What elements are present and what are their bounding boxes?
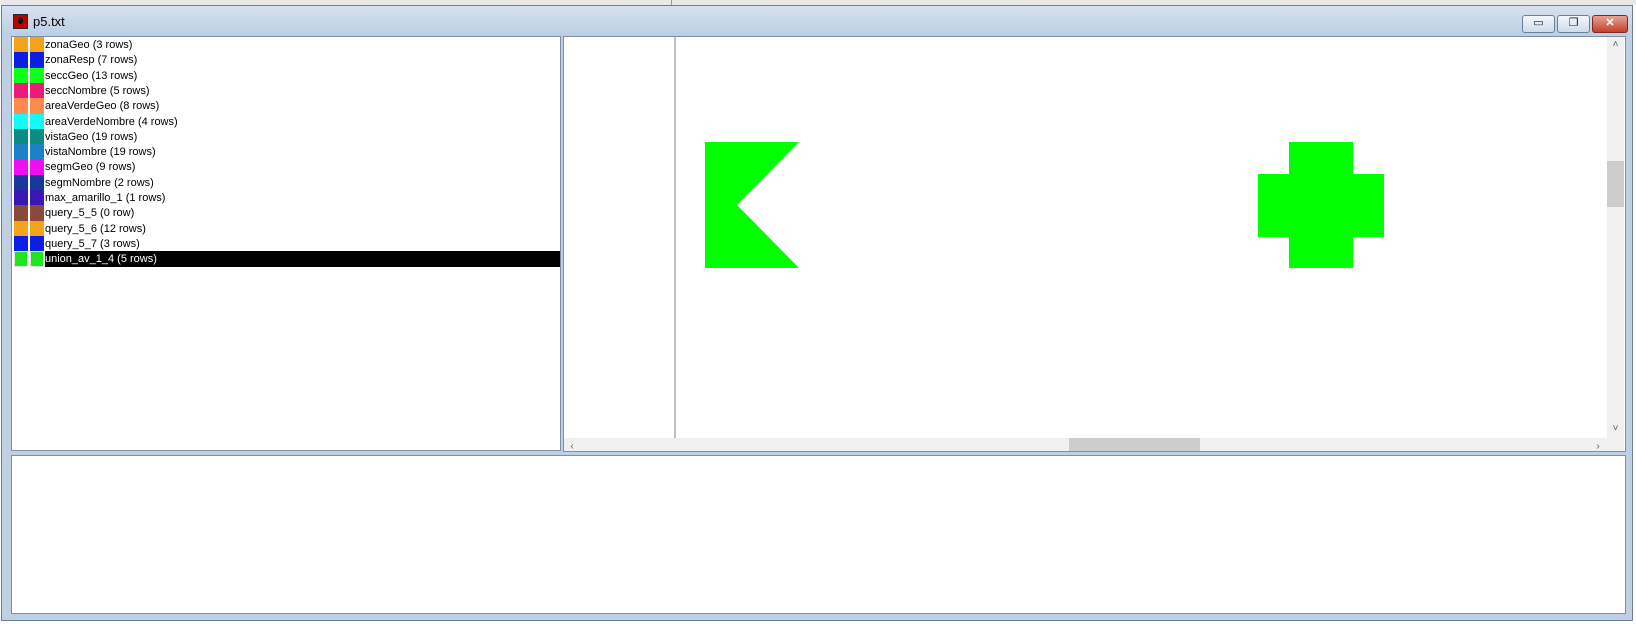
layer-line-swatch[interactable]	[30, 113, 44, 130]
layer-line-swatch[interactable]	[30, 37, 44, 53]
layer-fill-swatch[interactable]	[14, 251, 28, 268]
layer-line-swatch[interactable]	[30, 235, 44, 252]
layer-fill-swatch[interactable]	[14, 190, 28, 206]
layer-row[interactable]: zonaGeo (3 rows)	[12, 37, 558, 53]
layer-row[interactable]: vistaNombre (19 rows)	[12, 144, 558, 161]
layer-row[interactable]: segmGeo (9 rows)	[12, 159, 558, 176]
vertical-scrollbar[interactable]: ˄ ˅	[1607, 37, 1624, 438]
cross-shape[interactable]	[1258, 142, 1384, 268]
layer-line-swatch[interactable]	[30, 67, 44, 84]
horizontal-scroll-thumb[interactable]	[1069, 438, 1200, 451]
maximize-button[interactable]: ❐	[1557, 15, 1590, 33]
layer-label: areaVerdeNombre (4 rows)	[45, 115, 178, 128]
output-console[interactable]	[11, 455, 1626, 614]
layer-row[interactable]: areaVerdeGeo (8 rows)	[12, 98, 558, 115]
layer-fill-swatch[interactable]	[14, 37, 28, 53]
layer-label: max_amarillo_1 (1 rows)	[45, 192, 166, 204]
map-canvas[interactable]: ˄ ˅ ‹ ›	[563, 36, 1626, 452]
layer-label: query_5_6 (12 rows)	[45, 222, 146, 235]
layer-fill-swatch[interactable]	[14, 52, 28, 69]
layer-row[interactable]: query_5_7 (3 rows)	[12, 235, 558, 252]
title-bar[interactable]: p5.txt ▭ ❐ ✕	[2, 6, 1632, 36]
app-window: p5.txt ▭ ❐ ✕ zonaGeo (3 rows) zonaResp (7…	[1, 5, 1633, 621]
layer-label: vistaGeo (19 rows)	[45, 130, 138, 143]
layer-label: zonaResp (7 rows)	[45, 54, 138, 67]
layer-fill-swatch[interactable]	[14, 144, 28, 161]
layer-label: seccGeo (13 rows)	[45, 69, 138, 82]
layer-fill-swatch[interactable]	[14, 113, 28, 130]
window-title: p5.txt	[33, 14, 65, 29]
layer-label: query_5_5 (0 row)	[45, 207, 135, 220]
scroll-left-arrow-icon[interactable]: ‹	[566, 440, 578, 451]
layer-row[interactable]: areaVerdeNombre (4 rows)	[12, 113, 558, 130]
layer-row[interactable]: query_5_5 (0 row)	[12, 205, 558, 222]
layer-line-swatch[interactable]	[30, 251, 44, 268]
layer-row[interactable]: query_5_6 (12 rows)	[12, 220, 558, 237]
layer-line-swatch[interactable]	[30, 52, 44, 69]
layer-row[interactable]: segmNombre (2 rows)	[12, 174, 558, 191]
layer-fill-swatch[interactable]	[14, 174, 28, 191]
layer-label: areaVerdeGeo (8 rows)	[45, 100, 160, 113]
layer-label: union_av_1_4 (5 rows)	[45, 253, 157, 266]
layer-fill-swatch[interactable]	[14, 220, 28, 237]
layer-fill-swatch[interactable]	[14, 159, 28, 176]
layer-label: zonaGeo (3 rows)	[45, 39, 133, 51]
vertical-scroll-thumb[interactable]	[1607, 161, 1624, 207]
layer-row[interactable]: zonaResp (7 rows)	[12, 52, 558, 69]
horizontal-scrollbar[interactable]: ‹ ›	[564, 438, 1607, 451]
polygon-shape[interactable]	[705, 142, 799, 268]
layer-line-swatch[interactable]	[30, 205, 44, 222]
layer-label: vistaNombre (19 rows)	[45, 146, 156, 159]
layer-label: segmNombre (2 rows)	[45, 176, 154, 189]
layer-row[interactable]: seccNombre (5 rows)	[12, 82, 558, 99]
layer-fill-swatch[interactable]	[14, 98, 28, 115]
layer-line-swatch[interactable]	[30, 82, 44, 99]
layer-line-swatch[interactable]	[30, 159, 44, 176]
scroll-right-arrow-icon[interactable]: ›	[1592, 440, 1604, 451]
layer-label: seccNombre (5 rows)	[45, 84, 150, 97]
layer-fill-swatch[interactable]	[14, 205, 28, 222]
layer-line-swatch[interactable]	[30, 98, 44, 115]
layer-fill-swatch[interactable]	[14, 82, 28, 99]
layer-list: zonaGeo (3 rows) zonaResp (7 rows) seccGeo…	[11, 36, 561, 451]
layer-label: segmGeo (9 rows)	[45, 161, 136, 174]
map-view[interactable]	[564, 37, 1607, 438]
layer-line-swatch[interactable]	[30, 128, 44, 145]
layer-label: query_5_7 (3 rows)	[45, 237, 140, 250]
layer-row[interactable]: union_av_1_4 (5 rows)	[12, 251, 560, 268]
layer-row[interactable]: vistaGeo (19 rows)	[12, 128, 558, 145]
layer-row[interactable]: max_amarillo_1 (1 rows)	[12, 190, 558, 206]
layer-fill-swatch[interactable]	[14, 67, 28, 84]
close-button[interactable]: ✕	[1592, 15, 1628, 33]
scroll-down-arrow-icon[interactable]: ˅	[1609, 423, 1622, 435]
app-icon[interactable]	[13, 14, 28, 29]
scrollbar-corner	[1607, 438, 1624, 451]
layer-line-swatch[interactable]	[30, 220, 44, 237]
layer-fill-swatch[interactable]	[14, 235, 28, 252]
scroll-up-arrow-icon[interactable]: ˄	[1609, 39, 1622, 51]
minimize-button[interactable]: ▭	[1522, 15, 1555, 33]
layer-row[interactable]: seccGeo (13 rows)	[12, 67, 558, 84]
layer-line-swatch[interactable]	[30, 144, 44, 161]
layer-line-swatch[interactable]	[30, 190, 44, 206]
layer-fill-swatch[interactable]	[14, 128, 28, 145]
layer-line-swatch[interactable]	[30, 174, 44, 191]
